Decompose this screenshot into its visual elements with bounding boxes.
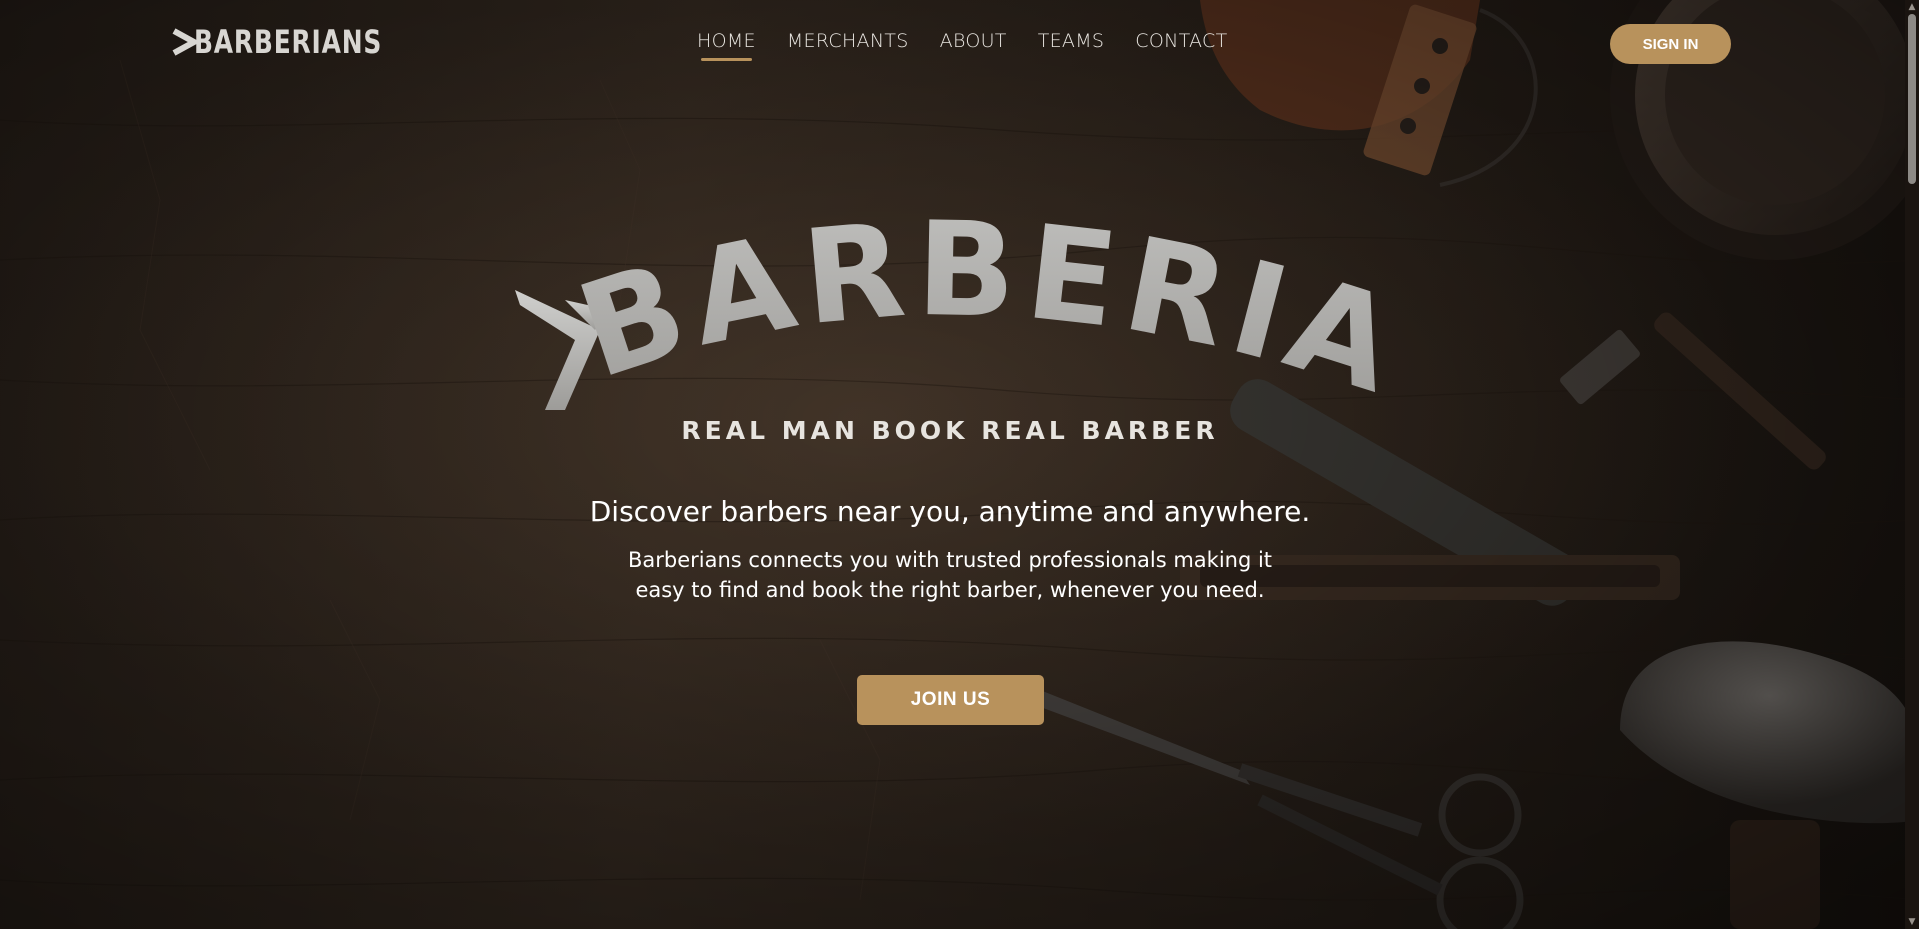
join-us-button[interactable]: JOIN US: [857, 675, 1044, 725]
page-scrollbar[interactable]: ▲ ▼: [1905, 0, 1919, 929]
nav-item-teams[interactable]: TEAMS: [1038, 30, 1105, 52]
hero-wordmark-text: BARBERIANS: [505, 210, 1405, 424]
brand-logo-text: BARBERIANS: [194, 23, 383, 61]
main-nav: HOME MERCHANTS ABOUT TEAMS CONTACT: [697, 30, 1258, 61]
brand-logo[interactable]: BARBERIANS: [172, 22, 435, 62]
background-wood-image: [0, 0, 1919, 929]
sign-in-button[interactable]: SIGN IN: [1610, 24, 1731, 64]
nav-item-about[interactable]: ABOUT: [940, 30, 1007, 52]
hero-tagline: REAL MAN BOOK REAL BARBER: [681, 416, 1219, 445]
hero-headline: Discover barbers near you, anytime and a…: [589, 495, 1311, 528]
hero-description: Barberians connects you with trusted pro…: [627, 548, 1273, 602]
chevron-down-icon[interactable]: ▼: [1907, 917, 1917, 927]
scrollbar-thumb[interactable]: [1908, 14, 1916, 184]
landing-page: BARBERIANS HOME MERCHANTS ABOUT TEAMS CO…: [0, 0, 1919, 929]
nav-item-contact[interactable]: CONTACT: [1135, 30, 1227, 52]
hero-wordmark: BARBERIANS: [505, 210, 1405, 424]
chevron-up-icon[interactable]: ▲: [1907, 2, 1917, 12]
nav-item-merchants[interactable]: MERCHANTS: [787, 30, 909, 52]
nav-item-home[interactable]: HOME: [697, 30, 756, 61]
